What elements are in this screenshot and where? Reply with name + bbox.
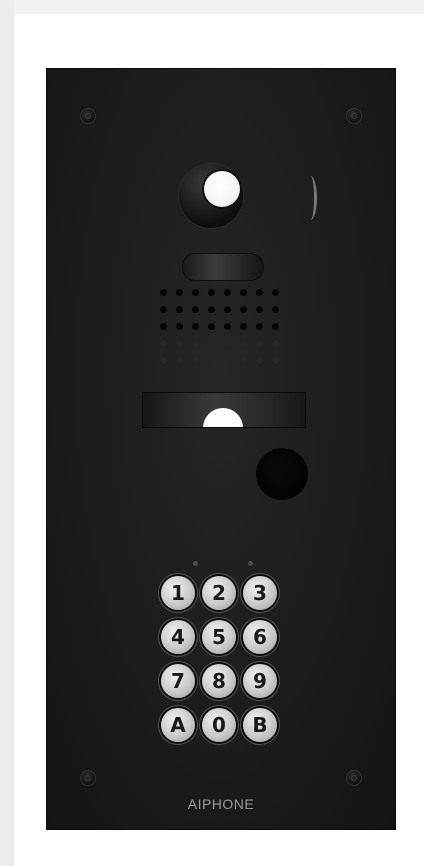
speaker-hole [256,323,263,330]
speaker-hole [208,289,215,296]
speaker-hole [224,357,231,364]
key-4-button[interactable]: 4 [161,620,195,654]
screw-icon-bottom-left [80,770,96,786]
status-led-left [193,561,198,566]
screw-icon-bottom-right [346,770,362,786]
speaker-hole [256,306,263,313]
speaker-hole [240,306,247,313]
speaker-hole [192,357,199,364]
speaker-hole [272,289,279,296]
key-6-button[interactable]: 6 [243,620,277,654]
speaker-hole [240,323,247,330]
speaker-hole [208,340,215,347]
speaker-hole [176,289,183,296]
speaker-hole [256,340,263,347]
speaker-hole [240,340,247,347]
speaker-hole [224,323,231,330]
speaker-hole [272,306,279,313]
speaker-hole [256,289,263,296]
speaker-hole [160,306,167,313]
speaker-hole [192,306,199,313]
camera-housing [178,163,244,229]
proximity-reader-icon[interactable] [256,448,308,500]
key-a-button[interactable]: A [161,708,195,742]
key-5-button[interactable]: 5 [202,620,236,654]
illumination-bar [182,253,264,281]
wall-background-top [14,0,424,14]
intercom-panel: 1 2 3 4 5 6 7 8 9 A 0 B AIPHONE [46,68,396,830]
key-3-button[interactable]: 3 [243,576,277,610]
speaker-hole [160,323,167,330]
speaker-hole [160,357,167,364]
speaker-hole [272,357,279,364]
key-2-button[interactable]: 2 [202,576,236,610]
speaker-hole [176,340,183,347]
image-frame: 1 2 3 4 5 6 7 8 9 A 0 B AIPHONE [0,0,424,866]
speaker-hole [256,357,263,364]
key-8-button[interactable]: 8 [202,664,236,698]
speaker-hole [224,340,231,347]
speaker-hole [176,306,183,313]
screw-icon-top-left [80,108,96,124]
speaker-hole [240,357,247,364]
speaker-hole [192,340,199,347]
speaker-hole [240,289,247,296]
speaker-hole [192,289,199,296]
speaker-hole [192,323,199,330]
speaker-hole [208,357,215,364]
brand-logo-text: AIPHONE [187,796,255,812]
screw-icon-top-right [346,108,362,124]
speaker-hole [272,340,279,347]
speaker-hole [176,357,183,364]
key-1-button[interactable]: 1 [161,576,195,610]
key-9-button[interactable]: 9 [243,664,277,698]
light-sensor-slit [304,176,317,220]
wall-background-left [0,0,14,866]
speaker-grille [160,289,286,375]
key-b-button[interactable]: B [243,708,277,742]
speaker-hole [224,289,231,296]
name-plate-slot [142,392,306,428]
key-0-button[interactable]: 0 [202,708,236,742]
speaker-hole [160,289,167,296]
status-led-right [248,561,253,566]
speaker-hole [208,323,215,330]
speaker-hole [176,323,183,330]
speaker-hole [272,323,279,330]
name-plate-light [203,408,243,427]
speaker-hole [160,340,167,347]
speaker-hole [208,306,215,313]
speaker-hole [224,306,231,313]
keypad: 1 2 3 4 5 6 7 8 9 A 0 B [161,576,281,746]
camera-lens-icon [204,171,240,207]
key-7-button[interactable]: 7 [161,664,195,698]
